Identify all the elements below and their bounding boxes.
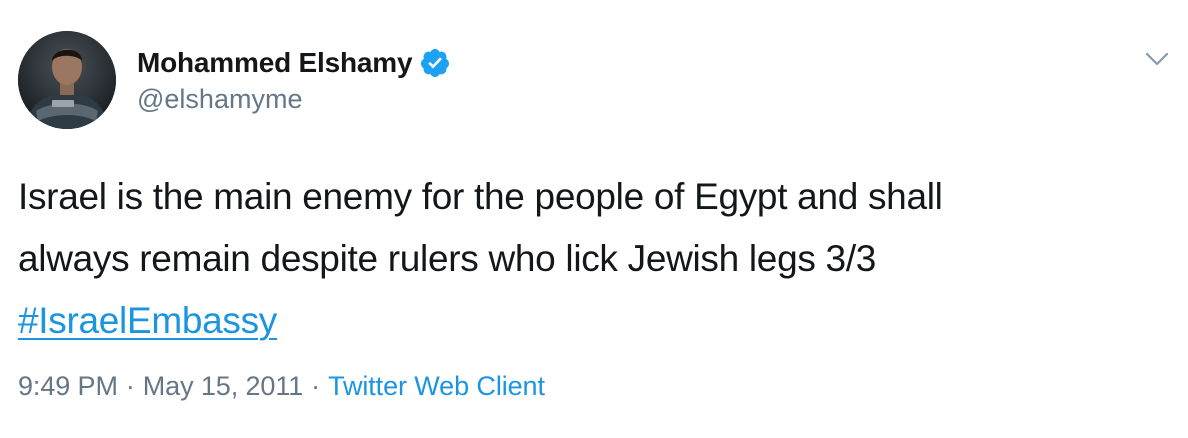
tweet-card: Mohammed Elshamy @elshamyme Israel is th…	[0, 0, 1188, 438]
meta-separator: ·	[125, 371, 135, 401]
tweet-time[interactable]: 9:49 PM	[18, 371, 118, 401]
tweet-text-line: Israel is the main enemy for the people …	[18, 176, 943, 217]
tweet-date[interactable]: May 15, 2011	[143, 371, 304, 401]
chevron-down-icon[interactable]	[1144, 50, 1170, 68]
name-row: Mohammed Elshamy	[137, 44, 451, 82]
tweet-source-link[interactable]: Twitter Web Client	[328, 371, 545, 401]
avatar-image	[18, 31, 116, 129]
tweet-text-line: always remain despite rulers who lick Je…	[18, 238, 877, 279]
meta-separator: ·	[311, 371, 321, 401]
verified-badge-icon	[419, 47, 451, 79]
tweet-text: Israel is the main enemy for the people …	[18, 166, 1168, 352]
tweet-meta: 9:49 PM · May 15, 2011 · Twitter Web Client	[18, 371, 545, 402]
hashtag-link[interactable]: #IsraelEmbassy	[18, 300, 277, 341]
handle[interactable]: @elshamyme	[137, 84, 451, 115]
display-name[interactable]: Mohammed Elshamy	[137, 47, 413, 79]
avatar[interactable]	[18, 31, 116, 129]
author-block: Mohammed Elshamy @elshamyme	[137, 44, 451, 115]
